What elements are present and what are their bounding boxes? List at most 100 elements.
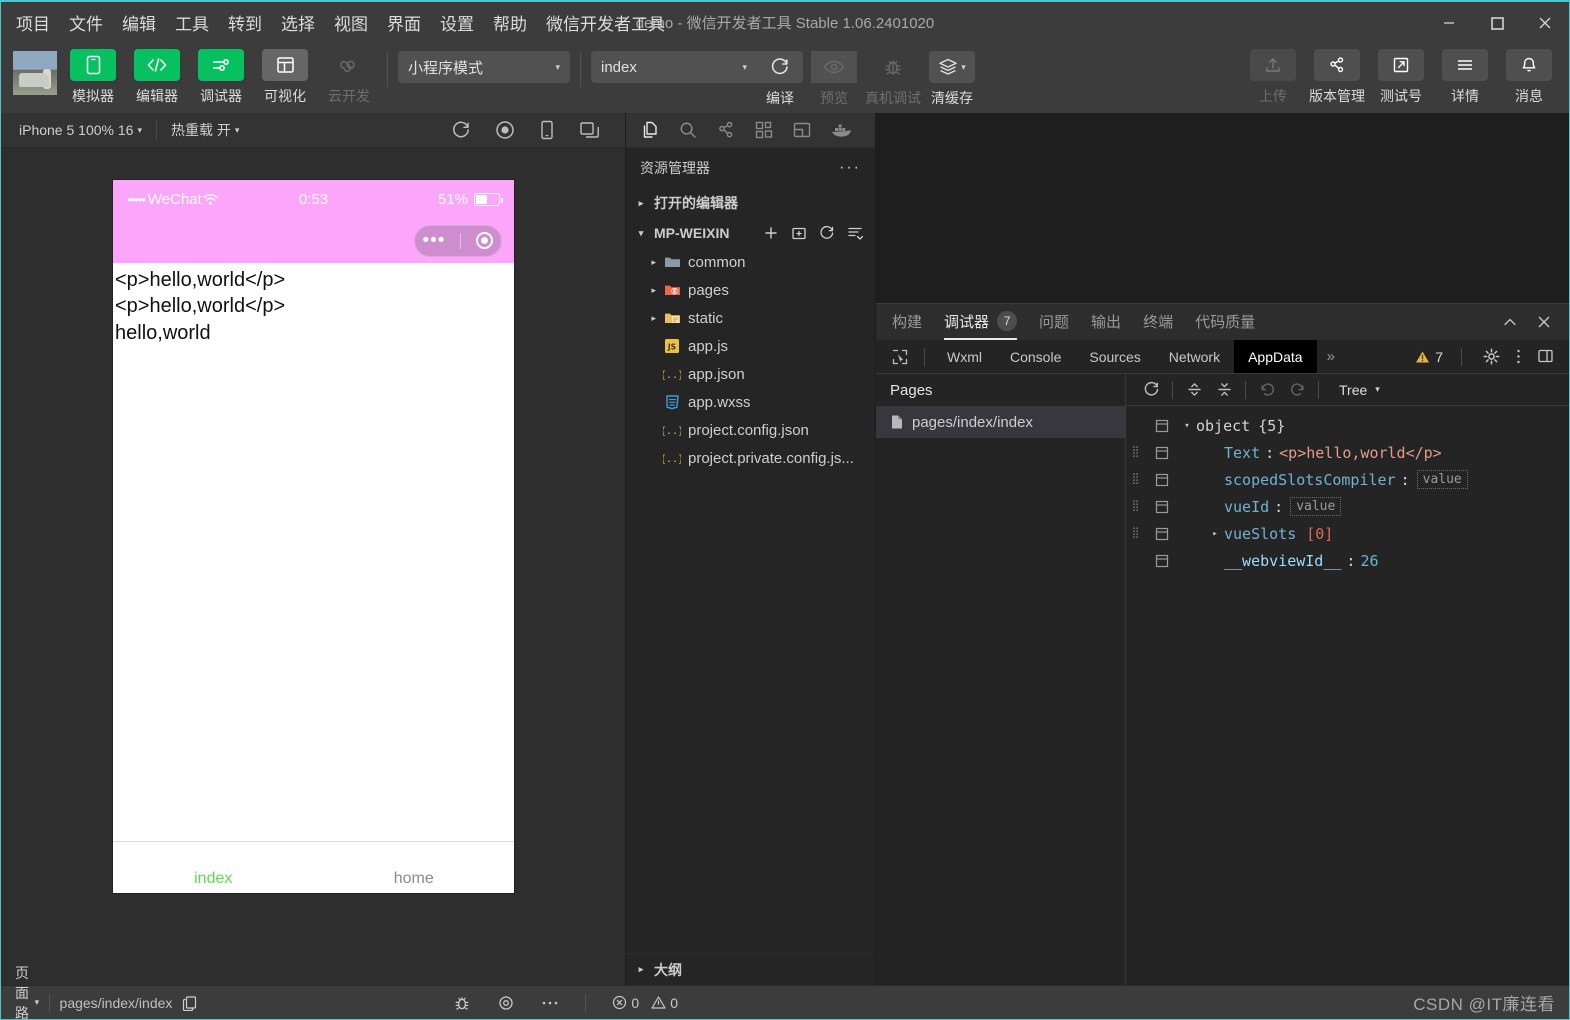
split-editor-icon[interactable] (792, 120, 812, 140)
menu-item-devtools[interactable]: 微信开发者工具 (545, 8, 666, 37)
drag-grip-icon[interactable]: ⣿ (1126, 500, 1146, 511)
toolbar-editor-button[interactable]: 编辑器 (129, 49, 185, 106)
menu-item-settings[interactable]: 设置 (439, 8, 475, 37)
devtools-tab-wxml[interactable]: Wxml (933, 340, 996, 373)
project-section[interactable]: ▾ MP-WEIXIN (626, 218, 875, 248)
devtools-tab-sources[interactable]: Sources (1075, 340, 1154, 373)
multi-window-icon[interactable] (579, 120, 601, 140)
file-row-project-config[interactable]: {..} project.config.json (626, 416, 875, 444)
compile-button[interactable] (757, 51, 803, 83)
appdata-value[interactable]: <p>hello,world</p> (1279, 444, 1442, 462)
appdata-root-row[interactable]: ⣿ ▾ object {5} (1126, 412, 1569, 439)
appdata-row-text[interactable]: ⣿ ▸ Text : <p>hello,world</p> (1126, 439, 1569, 466)
devtools-tab-network[interactable]: Network (1155, 340, 1234, 373)
eye-icon[interactable] (497, 994, 515, 1012)
drag-grip-icon[interactable]: ⣿ (1126, 446, 1146, 457)
file-row-static[interactable]: ▸ static (626, 304, 875, 332)
panel-tab-problems[interactable]: 问题 (1039, 304, 1069, 340)
panel-tab-terminal[interactable]: 终端 (1143, 304, 1173, 340)
appdata-row-vueid[interactable]: ⣿ ▸ vueId : value (1126, 493, 1569, 520)
collapse-all-icon[interactable] (847, 225, 863, 241)
toolbar-details-button[interactable]: 详情 (1437, 49, 1493, 106)
panel-tab-debugger[interactable]: 调试器 7 (944, 304, 1018, 340)
drag-grip-icon[interactable]: ⣿ (1126, 473, 1146, 484)
menu-item-view[interactable]: 视图 (333, 8, 369, 37)
expand-all-icon[interactable] (1179, 381, 1209, 398)
menu-item-project[interactable]: 项目 (15, 8, 51, 37)
menu-item-goto[interactable]: 转到 (227, 8, 263, 37)
status-error-count[interactable]: 0 (612, 995, 639, 1011)
file-row-project-private-config[interactable]: {..} project.private.config.js... (626, 444, 875, 472)
file-row-app-js[interactable]: JS app.js (626, 332, 875, 360)
file-row-common[interactable]: ▸ common (626, 248, 875, 276)
toolbar-messages-button[interactable]: 消息 (1501, 49, 1557, 106)
devtools-tab-console[interactable]: Console (996, 340, 1075, 373)
appdata-row-vueslots[interactable]: ⣿ ▸ vueSlots [0] (1126, 520, 1569, 547)
toolbar-version-button[interactable]: 版本管理 (1309, 49, 1365, 106)
toolbar-cloud-button[interactable]: 云开发 (321, 49, 377, 106)
pages-list-item[interactable]: pages/index/index (876, 406, 1125, 438)
appdata-value[interactable]: value (1290, 497, 1342, 516)
menu-item-select[interactable]: 选择 (280, 8, 316, 37)
bug-icon[interactable] (453, 994, 471, 1012)
menu-item-edit[interactable]: 编辑 (121, 8, 157, 37)
ellipsis-icon[interactable] (541, 1000, 559, 1006)
files-icon[interactable] (640, 120, 660, 140)
inspect-element-icon[interactable] (884, 340, 916, 373)
copy-icon[interactable] (182, 995, 197, 1011)
user-avatar[interactable] (13, 51, 57, 95)
menu-item-file[interactable]: 文件 (68, 8, 104, 37)
toolbar-upload-button[interactable]: 上传 (1245, 49, 1301, 106)
devtools-warning-badge[interactable]: 7 (1415, 349, 1443, 365)
new-folder-icon[interactable] (791, 225, 807, 241)
capsule-menu-button[interactable]: ••• (414, 224, 502, 257)
mode-select[interactable]: 小程序模式 ▾ (398, 51, 570, 83)
search-icon[interactable] (678, 120, 698, 140)
docker-icon[interactable] (830, 121, 852, 139)
toolbar-visual-button[interactable]: 可视化 (257, 49, 313, 106)
refresh-icon[interactable] (451, 120, 471, 140)
toolbar-testid-button[interactable]: 测试号 (1373, 49, 1429, 106)
menu-item-interface[interactable]: 界面 (386, 8, 422, 37)
appdata-value[interactable]: 26 (1360, 552, 1378, 570)
remote-debug-button[interactable] (870, 51, 916, 83)
drag-grip-icon[interactable]: ⣿ (1126, 527, 1146, 538)
menu-item-tools[interactable]: 工具 (174, 8, 210, 37)
menu-item-help[interactable]: 帮助 (492, 8, 528, 37)
refresh-icon[interactable] (819, 225, 835, 241)
preview-button[interactable] (811, 51, 857, 83)
device-icon[interactable] (539, 120, 555, 140)
maximize-icon[interactable] (1473, 2, 1521, 43)
dock-side-icon[interactable] (1534, 348, 1559, 365)
more-vertical-icon[interactable] (1513, 348, 1524, 365)
appdata-view-mode-select[interactable]: Tree ▾ (1325, 382, 1380, 398)
toolbar-debugger-button[interactable]: 调试器 (193, 49, 249, 106)
refresh-icon[interactable] (1136, 381, 1166, 398)
chevron-right-icon[interactable]: ▸ (1206, 529, 1224, 539)
close-icon[interactable] (1521, 2, 1569, 43)
device-select[interactable]: iPhone 5 100% 16 ▾ (11, 122, 150, 138)
explorer-more-icon[interactable]: ··· (839, 159, 861, 177)
gear-icon[interactable] (1480, 348, 1503, 365)
hotreload-select[interactable]: 热重载 开 ▾ (163, 120, 247, 140)
file-row-app-json[interactable]: {..} app.json (626, 360, 875, 388)
chevron-up-icon[interactable] (1501, 313, 1519, 331)
page-path-select[interactable]: 页面路径 ▾ (15, 963, 39, 1020)
source-control-icon[interactable] (716, 120, 736, 140)
file-row-app-wxss[interactable]: app.wxss (626, 388, 875, 416)
appdata-row-webviewid[interactable]: ⣿ ▸ __webviewId__ : 26 (1126, 547, 1569, 574)
minimize-icon[interactable] (1425, 2, 1473, 43)
chevron-down-icon[interactable]: ▾ (1178, 421, 1196, 431)
extensions-icon[interactable] (754, 120, 774, 140)
panel-tab-output[interactable]: 输出 (1091, 304, 1121, 340)
record-icon[interactable] (495, 120, 515, 140)
clear-cache-button[interactable]: ▾ (929, 51, 975, 83)
outline-section[interactable]: ▸ 大纲 (626, 953, 875, 985)
appdata-row-scopedslotscompiler[interactable]: ⣿ ▸ scopedSlotsCompiler : value (1126, 466, 1569, 493)
page-select[interactable]: index ▾ (591, 51, 757, 83)
close-icon[interactable] (1535, 313, 1553, 331)
undo-icon[interactable] (1252, 381, 1282, 398)
new-file-icon[interactable] (763, 225, 779, 241)
file-row-pages[interactable]: ▸ pages (626, 276, 875, 304)
open-editors-section[interactable]: ▸ 打开的编辑器 (626, 188, 875, 218)
